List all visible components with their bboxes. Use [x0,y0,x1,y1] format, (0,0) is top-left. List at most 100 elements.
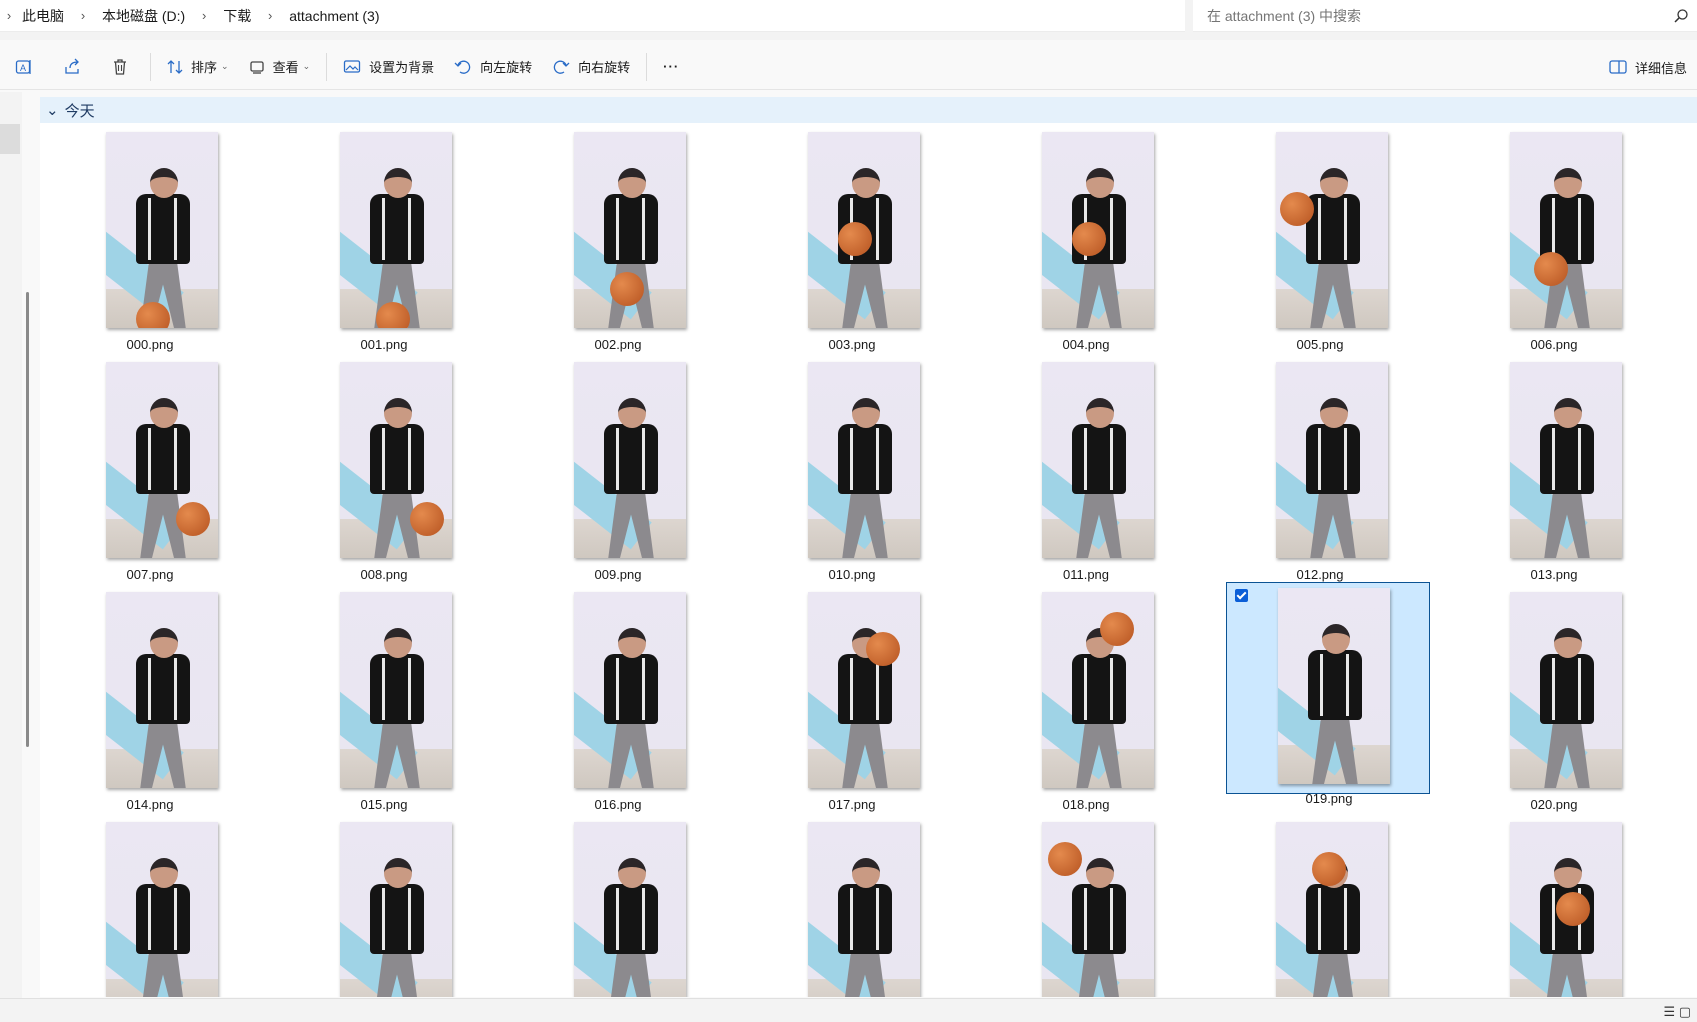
more-options-button[interactable]: ··· [653,49,689,85]
thumbnail-figure-head [150,398,178,428]
thumbnail-figure-torso [1540,424,1594,494]
rotate-right-button[interactable]: 向右旋转 [542,49,640,85]
rotate-left-button[interactable]: 向左旋转 [444,49,542,85]
file-item[interactable]: 017.png [742,587,962,815]
thumbnail-figure-head [1086,398,1114,428]
thumbnail-image [1278,588,1390,784]
file-item[interactable] [274,817,494,997]
chevron-right-icon[interactable]: › [257,8,283,23]
thumbnail-figure-strap [1084,888,1087,950]
search-box[interactable] [1193,0,1697,32]
thumbnail-image [340,132,452,328]
file-item[interactable]: 002.png [508,127,728,355]
svg-text:A: A [20,63,26,73]
file-item[interactable] [742,817,962,997]
thumbnail-figure-head [1554,168,1582,198]
thumbnail-figure-strap [876,658,879,720]
breadcrumb[interactable]: › 此电脑 › 本地磁盘 (D:) › 下载 › attachment (3) [0,0,1185,32]
file-item[interactable]: 000.png [40,127,260,355]
share-button[interactable] [48,49,96,85]
file-item[interactable]: 008.png [274,357,494,585]
breadcrumb-current-folder[interactable]: attachment (3) [283,8,385,24]
selection-checkbox-icon[interactable] [1235,589,1248,602]
group-header-today[interactable]: ⌄ 今天 [40,97,1697,123]
thumbnail-basketball [1100,612,1134,646]
file-item[interactable]: 018.png [976,587,1196,815]
thumbnail-figure-strap [408,428,411,490]
thumbnail-figure-torso [838,884,892,954]
thumbnail-figure-torso [604,194,658,264]
file-name: 014.png [126,797,174,812]
thumbnail-image [1510,592,1622,788]
rename-button[interactable]: A [0,49,48,85]
details-pane-button[interactable]: 详细信息 [1603,49,1693,85]
thumbnail-image [1510,362,1622,558]
breadcrumb-this-pc[interactable]: 此电脑 [16,6,70,26]
file-item[interactable]: 003.png [742,127,962,355]
file-item[interactable]: 004.png [976,127,1196,355]
chevron-right-icon[interactable]: › [70,8,96,23]
chevron-down-icon[interactable]: ⌄ [46,101,59,119]
thumbnail-figure-strap [642,888,645,950]
sort-button[interactable]: 排序 ⌄ [157,49,239,85]
thumbnail-basketball [1534,252,1568,286]
navigation-pane[interactable] [0,92,22,998]
file-item[interactable]: 013.png [1444,357,1664,585]
delete-button[interactable] [96,49,144,85]
thumbnail-figure-strap [1320,654,1323,716]
thumbnail-figure-strap [1318,198,1321,260]
file-item[interactable] [1444,817,1664,997]
details-view-icon[interactable]: ☰ ▢ [1663,1004,1691,1020]
search-icon[interactable] [1673,8,1689,24]
nav-selected-item[interactable] [0,124,20,154]
thumbnail-figure-strap [642,658,645,720]
thumbnail-figure-strap [174,658,177,720]
thumbnail-figure-torso [1072,424,1126,494]
thumbnail-basketball [1072,222,1106,256]
file-item[interactable]: 020.png [1444,587,1664,815]
file-name: 000.png [126,337,174,352]
navigation-scrollbar[interactable] [26,292,29,747]
file-item[interactable]: 001.png [274,127,494,355]
file-name: 019.png [1305,791,1353,806]
chevron-right-icon[interactable]: › [2,8,16,23]
file-item[interactable] [976,817,1196,997]
thumbnail-basketball [1556,892,1590,926]
file-item[interactable] [40,817,260,997]
rotate-right-label: 向右旋转 [578,60,631,75]
thumbnail-figure-torso [604,884,658,954]
thumbnail-figure-strap [1110,658,1113,720]
file-list-area[interactable]: ⌄ 今天 000.png 001.png 002.png 003.png 004.png… [40,97,1697,997]
file-item[interactable]: 012.png [1210,357,1430,585]
file-item[interactable]: 014.png [40,587,260,815]
search-input[interactable] [1207,7,1647,24]
view-icon [249,60,264,74]
file-item[interactable]: 011.png [976,357,1196,585]
thumbnail-figure-strap [148,658,151,720]
thumbnail-figure-strap [876,198,879,260]
file-item[interactable]: 015.png [274,587,494,815]
file-item[interactable]: 019.png [1226,582,1430,806]
thumbnail-figure-head [384,628,412,658]
file-item[interactable] [1210,817,1430,997]
toolbar-divider [326,52,328,81]
chevron-right-icon[interactable]: › [191,8,217,23]
file-item[interactable]: 006.png [1444,127,1664,355]
file-item[interactable]: 005.png [1210,127,1430,355]
thumbnail-figure-strap [1084,658,1087,720]
file-item[interactable]: 009.png [508,357,728,585]
file-item[interactable]: 016.png [508,587,728,815]
thumbnail-basketball [1280,192,1314,226]
file-item[interactable]: 010.png [742,357,962,585]
thumbnail-figure-strap [1578,428,1581,490]
file-item[interactable] [508,817,728,997]
breadcrumb-local-disk[interactable]: 本地磁盘 (D:) [96,6,191,26]
breadcrumb-downloads[interactable]: 下载 [217,6,257,26]
view-button[interactable]: 查看 ⌄ [239,49,321,85]
file-item[interactable]: 007.png [40,357,260,585]
view-label: 查看 [272,60,299,75]
details-label: 详细信息 [1634,60,1687,76]
thumbnail-figure-strap [148,428,151,490]
set-as-background-button[interactable]: 设置为背景 [333,49,444,85]
thumbnail-figure-torso [1540,654,1594,724]
